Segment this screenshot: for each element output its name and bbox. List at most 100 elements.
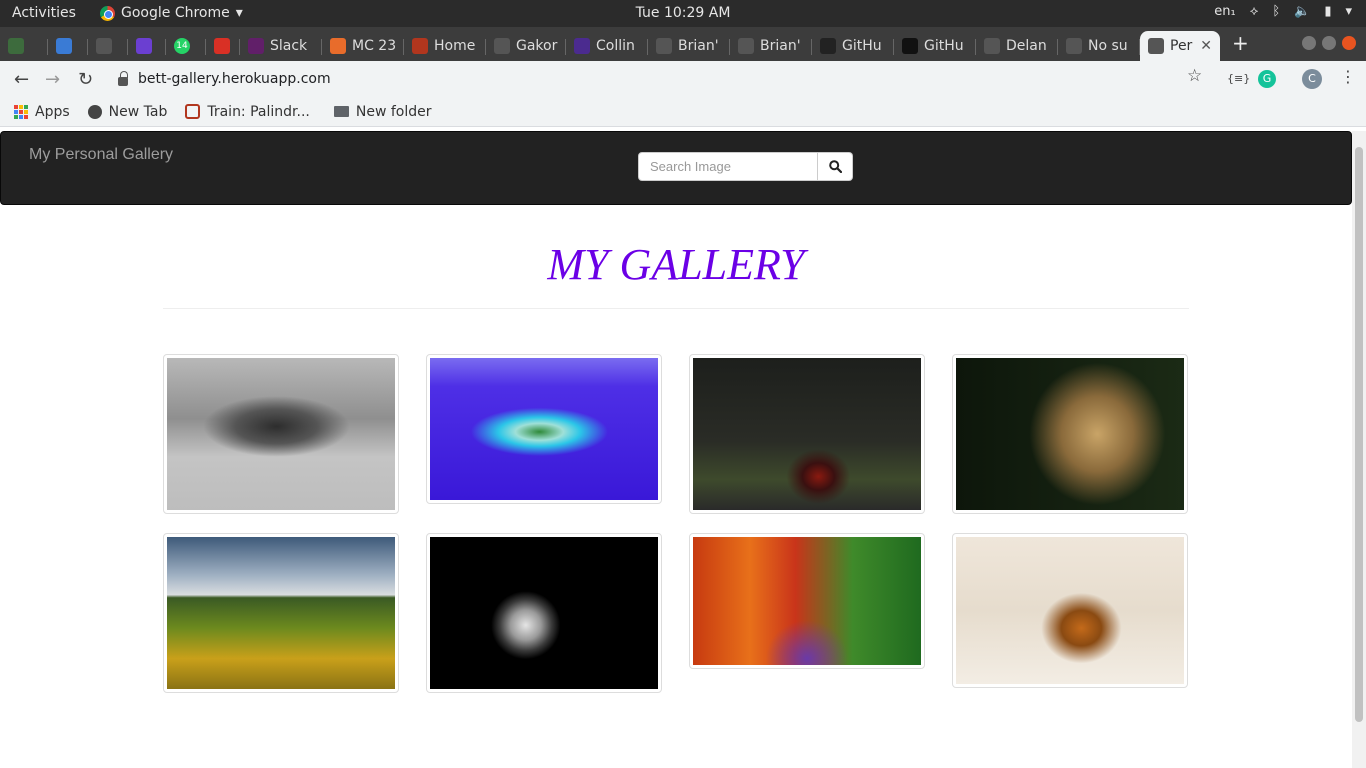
grammarly-icon[interactable]: G — [1258, 70, 1276, 88]
system-tray[interactable]: en₁ ⟡ ᛒ 🔈 ▮ ▾ — [1214, 4, 1352, 19]
tiger-image — [956, 537, 1184, 684]
tab-title: No su — [1088, 38, 1128, 54]
tab-active[interactable]: Per ✕ — [1140, 31, 1220, 61]
browser-tab[interactable] — [128, 31, 166, 61]
gallery-thumbnail[interactable] — [952, 354, 1188, 514]
clock[interactable]: Tue 10:29 AM — [0, 5, 1366, 21]
lock-icon[interactable] — [118, 70, 128, 86]
browser-tab[interactable]: No su — [1058, 31, 1140, 61]
address-bar[interactable]: bett-gallery.herokuapp.com — [110, 65, 1210, 93]
tab-favicon-icon — [984, 38, 1000, 54]
tab-favicon-icon — [494, 38, 510, 54]
gallery-thumbnail[interactable] — [689, 533, 925, 669]
browser-tab[interactable] — [0, 31, 48, 61]
tab-title: Brian' — [760, 38, 801, 54]
browser-tab[interactable] — [48, 31, 88, 61]
system-top-bar: Activities Google Chrome ▾ Tue 10:29 AM … — [0, 0, 1366, 27]
browser-tab[interactable]: Gakor — [486, 31, 566, 61]
gallery-thumbnail[interactable] — [952, 533, 1188, 688]
close-tab-icon[interactable]: ✕ — [1200, 38, 1212, 54]
forward-arrow-icon[interactable]: → — [45, 69, 60, 90]
gallery-thumbnail[interactable] — [163, 533, 399, 693]
bookmark-apps[interactable]: Apps — [14, 104, 70, 120]
reload-icon[interactable]: ↻ — [78, 69, 93, 90]
bookmark-codewars[interactable]: Train: Palindr... — [185, 104, 310, 120]
tab-favicon-icon — [96, 38, 112, 54]
apps-grid-icon — [14, 104, 28, 119]
gallery-thumbnail[interactable] — [426, 533, 662, 693]
bookmark-label: New folder — [355, 103, 432, 120]
motorcycle-image — [693, 358, 921, 510]
close-window-button[interactable] — [1342, 36, 1356, 50]
tab-title: Per — [1170, 38, 1193, 54]
tab-favicon-icon — [656, 38, 672, 54]
bookmark-new-folder[interactable]: New folder — [333, 103, 432, 120]
page-title: MY GALLERY — [547, 240, 805, 289]
bookmarks-bar: Apps New Tab Train: Palindr... New folde… — [0, 97, 1366, 127]
bookmark-label: New Tab — [108, 103, 168, 120]
browser-tab[interactable]: 14 — [166, 31, 206, 61]
volume-icon: 🔈 — [1294, 4, 1311, 19]
browser-tab[interactable]: Brian' — [648, 31, 730, 61]
bluetooth-icon: ᛒ — [1272, 4, 1281, 19]
tab-favicon-icon — [574, 38, 590, 54]
keyboard-layout[interactable]: en₁ — [1214, 4, 1235, 19]
autumn-road-image — [693, 537, 921, 665]
browser-tab[interactable]: Delan — [976, 31, 1058, 61]
scrollbar-thumb[interactable] — [1355, 147, 1363, 722]
search-form — [638, 152, 853, 181]
island-image — [430, 358, 658, 500]
bookmark-new-tab[interactable]: New Tab — [87, 103, 168, 120]
more-menu-icon[interactable]: ⋮ — [1340, 67, 1356, 86]
browser-toolbar: ← → ↻ bett-gallery.herokuapp.com ☆ {≡} G… — [0, 61, 1366, 97]
gallery-thumbnail[interactable] — [163, 354, 399, 514]
bookmark-star-icon[interactable]: ☆ — [1187, 66, 1202, 86]
browser-tab[interactable] — [206, 31, 240, 61]
web-page: My Personal Gallery MY GALLERY — [0, 131, 1352, 768]
url-text[interactable]: bett-gallery.herokuapp.com — [138, 71, 331, 87]
search-icon — [828, 160, 842, 173]
browser-tab[interactable]: Collin — [566, 31, 648, 61]
browser-tab[interactable]: MC 23 — [322, 31, 404, 61]
search-input[interactable] — [638, 152, 818, 181]
tab-favicon-icon — [330, 38, 346, 54]
page-scrollbar[interactable] — [1352, 131, 1366, 768]
extension-json-icon[interactable]: {≡} — [1227, 72, 1250, 85]
browser-tab[interactable]: GitHu — [894, 31, 976, 61]
tab-title: GitHu — [924, 38, 964, 54]
codewars-icon — [185, 104, 201, 119]
tab-title: Slack — [270, 38, 308, 54]
tab-title: Collin — [596, 38, 635, 54]
site-brand[interactable]: My Personal Gallery — [29, 146, 173, 164]
tab-title: Gakor — [516, 38, 558, 54]
battery-icon: ▮ — [1324, 4, 1332, 19]
skull-image — [430, 537, 658, 689]
gallery-thumbnail[interactable] — [689, 354, 925, 514]
gallery-thumbnail[interactable] — [426, 354, 662, 504]
divider — [163, 308, 1189, 309]
tab-favicon-icon — [248, 38, 264, 54]
tab-title: GitHu — [842, 38, 882, 54]
mountain-image — [167, 358, 395, 510]
browser-tab[interactable]: GitHu — [812, 31, 894, 61]
tab-favicon-icon — [902, 38, 918, 54]
search-button[interactable] — [818, 152, 853, 181]
tab-title: Home — [434, 38, 476, 54]
minimize-button[interactable] — [1302, 36, 1316, 50]
tab-favicon-icon — [8, 38, 24, 54]
tab-favicon-icon — [820, 38, 836, 54]
browser-tab[interactable]: Slack — [240, 31, 322, 61]
new-tab-button[interactable]: + — [1232, 31, 1249, 55]
maximize-button[interactable] — [1322, 36, 1336, 50]
tab-title: Brian' — [678, 38, 719, 54]
back-arrow-icon[interactable]: ← — [14, 69, 29, 90]
browser-tab[interactable]: Brian' — [730, 31, 812, 61]
tab-favicon-icon — [136, 38, 152, 54]
profile-avatar[interactable]: C — [1302, 69, 1322, 89]
browser-tab[interactable]: Home — [404, 31, 486, 61]
tab-favicon-icon — [56, 38, 72, 54]
power-menu-icon: ▾ — [1345, 4, 1352, 19]
browser-tab[interactable] — [88, 31, 128, 61]
sunflower-image — [167, 537, 395, 689]
tab-favicon-icon — [1066, 38, 1082, 54]
